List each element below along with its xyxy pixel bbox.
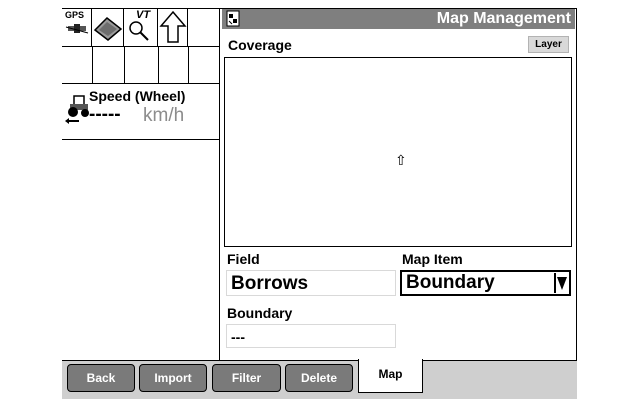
- map-management-icon: [226, 10, 240, 27]
- speed-readout: Speed (Wheel) ----- km/h: [62, 84, 220, 144]
- field-icon[interactable]: [92, 9, 124, 46]
- status-icon-row: GPS VT: [62, 9, 220, 46]
- status-icon-row-2: [62, 46, 220, 84]
- filter-button[interactable]: Filter: [212, 364, 281, 392]
- delete-button[interactable]: Delete: [285, 364, 353, 392]
- title-bar: Map Management: [222, 9, 575, 29]
- divider: [62, 139, 220, 140]
- vt-icon[interactable]: VT: [124, 9, 158, 46]
- map-item-value: Boundary: [406, 272, 495, 293]
- coverage-label: Coverage: [228, 37, 292, 53]
- arrow-up-icon[interactable]: [158, 9, 188, 46]
- map-item-label: Map Item: [402, 251, 463, 267]
- coverage-map[interactable]: ⇧: [224, 57, 572, 247]
- status-panel: GPS VT Speed (Wheel) ----- km/h: [62, 9, 220, 360]
- import-button[interactable]: Import: [139, 364, 207, 392]
- boundary-value[interactable]: ---: [226, 324, 396, 348]
- speed-value: -----: [89, 104, 121, 125]
- field-value[interactable]: Borrows: [226, 270, 396, 296]
- field-label: Field: [227, 251, 260, 267]
- dropdown-arrow-icon[interactable]: [554, 273, 568, 293]
- page-title: Map Management: [436, 10, 571, 27]
- vehicle-position-icon: ⇧: [395, 152, 407, 168]
- gps-icon[interactable]: GPS: [62, 9, 92, 46]
- map-item-select[interactable]: Boundary: [400, 270, 571, 296]
- tab-map[interactable]: Map: [358, 359, 423, 393]
- speed-title: Speed (Wheel): [89, 88, 186, 104]
- speed-unit: km/h: [143, 105, 185, 126]
- boundary-label: Boundary: [227, 305, 293, 321]
- back-button[interactable]: Back: [67, 364, 135, 392]
- layer-button[interactable]: Layer: [528, 36, 569, 53]
- tractor-icon: [65, 95, 89, 124]
